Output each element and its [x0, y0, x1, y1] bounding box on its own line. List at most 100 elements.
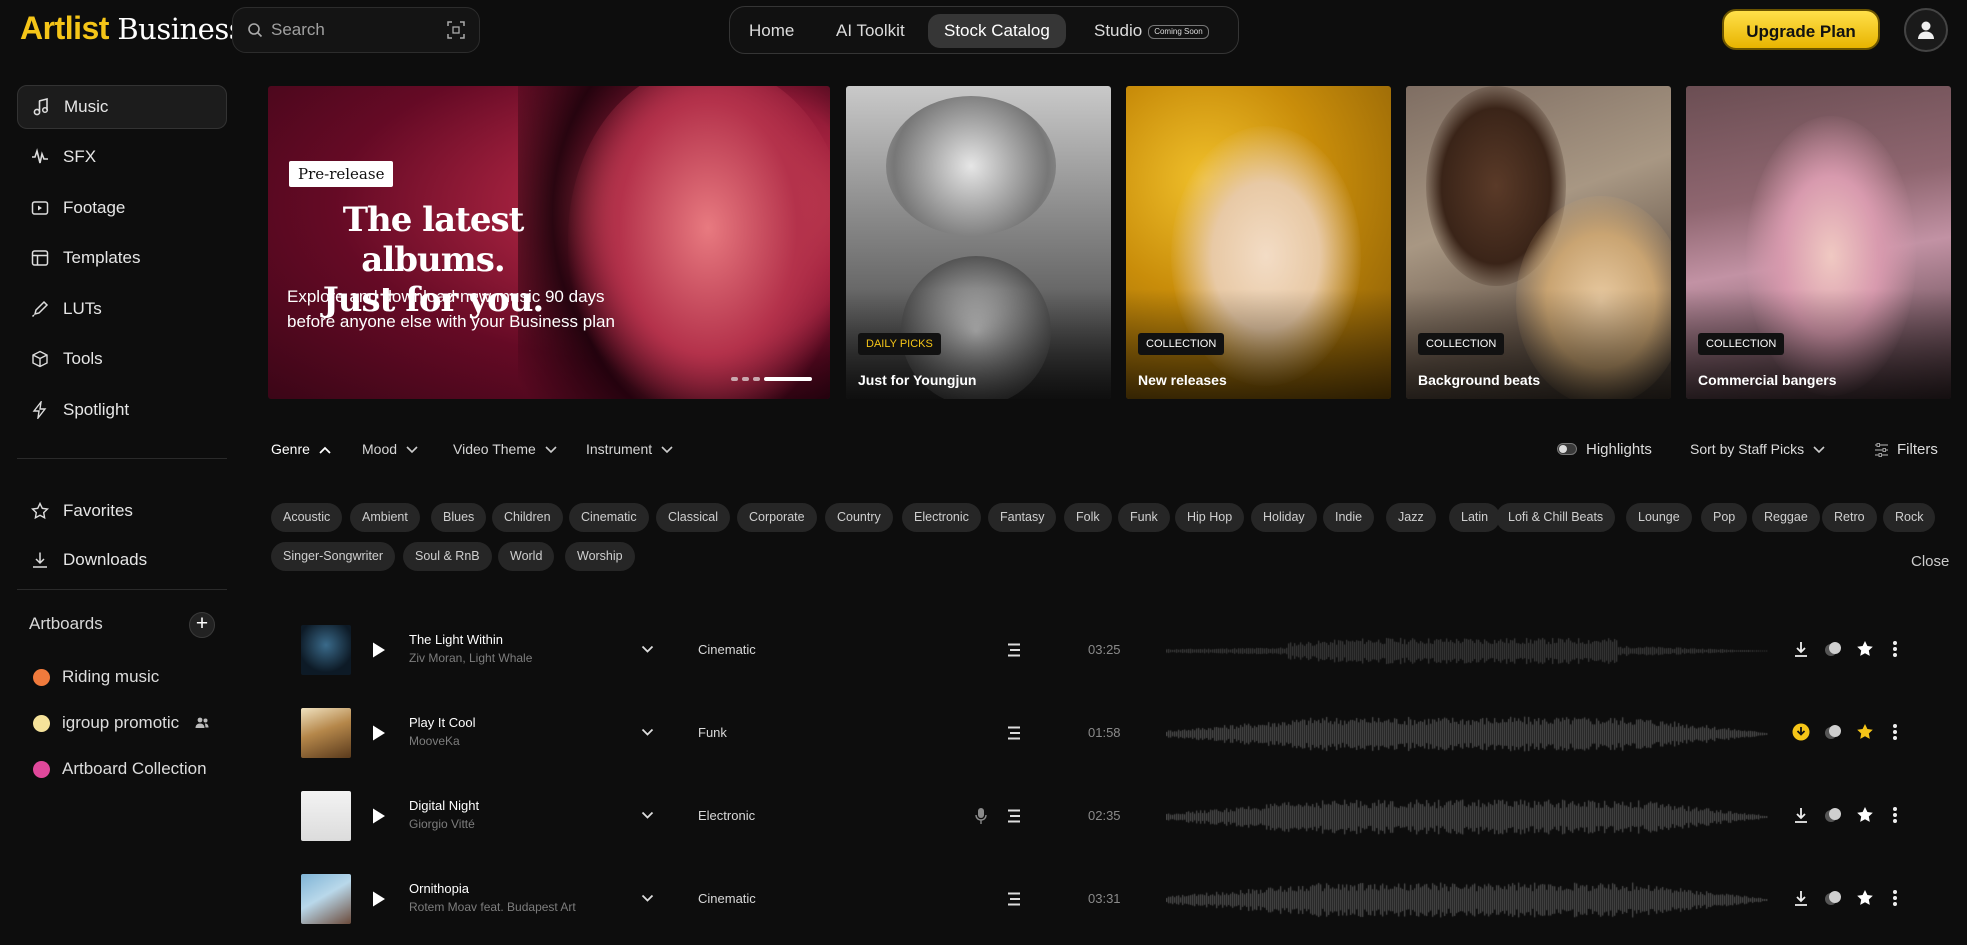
genre-chip[interactable]: Worship [565, 542, 635, 571]
track-title[interactable]: Ornithopia [409, 881, 469, 896]
play-icon[interactable] [371, 724, 387, 742]
nav-ai-toolkit[interactable]: AI Toolkit [836, 14, 905, 48]
more-options-icon[interactable] [1892, 640, 1898, 658]
sidebar-item-luts[interactable]: LUTs [17, 288, 227, 332]
visual-search-icon[interactable] [447, 21, 465, 39]
genre-chip[interactable]: Country [825, 503, 893, 532]
sort-dropdown[interactable]: Sort by Staff Picks [1690, 441, 1825, 457]
carousel-dot[interactable] [742, 377, 749, 381]
genre-chip[interactable]: Cinematic [569, 503, 649, 532]
track-artist[interactable]: Rotem Moav feat. Budapest Art [409, 900, 576, 914]
search-input[interactable] [271, 18, 431, 42]
track-artist[interactable]: MooveKa [409, 734, 460, 748]
sidebar-item-footage[interactable]: Footage [17, 187, 227, 231]
more-options-icon[interactable] [1892, 889, 1898, 907]
star-filled-icon[interactable] [1856, 723, 1874, 741]
download-icon[interactable] [1792, 640, 1810, 658]
mood-filter[interactable]: Mood [362, 441, 418, 457]
find-similar-icon[interactable] [1824, 806, 1842, 824]
genre-chip[interactable]: Electronic [902, 503, 981, 532]
sidebar-item-tools[interactable]: Tools [17, 338, 227, 382]
track-title[interactable]: Play It Cool [409, 715, 475, 730]
more-options-icon[interactable] [1892, 723, 1898, 741]
video-theme-filter[interactable]: Video Theme [453, 441, 557, 457]
carousel-dot-active[interactable] [764, 377, 812, 381]
genre-chip[interactable]: World [498, 542, 555, 571]
chevron-down-icon[interactable] [641, 728, 654, 737]
genre-chip[interactable]: Indie [1323, 503, 1375, 532]
chevron-down-icon[interactable] [641, 894, 654, 903]
collection-card[interactable]: COLLECTION New releases [1126, 86, 1391, 399]
nav-home[interactable]: Home [749, 14, 794, 48]
genre-chip[interactable]: Soul & RnB [403, 542, 492, 571]
sidebar-item-favorites[interactable]: Favorites [17, 490, 227, 534]
filters-button[interactable]: Filters [1874, 441, 1938, 458]
track-title[interactable]: The Light Within [409, 632, 503, 647]
find-similar-icon[interactable] [1824, 640, 1842, 658]
genre-chip[interactable]: Singer-Songwriter [271, 542, 396, 571]
track-genre[interactable]: Cinematic [698, 891, 756, 906]
track-artist[interactable]: Giorgio Vitté [409, 817, 475, 831]
sidebar-item-sfx[interactable]: SFX [17, 136, 227, 180]
track-cover[interactable] [301, 874, 351, 924]
genre-chip[interactable]: Folk [1064, 503, 1112, 532]
sidebar-item-templates[interactable]: Templates [17, 237, 227, 281]
download-icon[interactable] [1792, 889, 1810, 907]
track-genre[interactable]: Funk [698, 725, 727, 740]
hero-banner[interactable]: Pre-release The latest albums. Just for y… [268, 86, 830, 399]
search-box[interactable] [232, 7, 480, 53]
genre-filter[interactable]: Genre [271, 441, 331, 457]
highlights-toggle[interactable] [1557, 443, 1577, 455]
genre-chip[interactable]: Corporate [737, 503, 817, 532]
logo[interactable]: Artlist Business [20, 10, 244, 47]
genre-chip[interactable]: Jazz [1386, 503, 1436, 532]
instrument-filter[interactable]: Instrument [586, 441, 673, 457]
track-cover[interactable] [301, 791, 351, 841]
genre-chip[interactable]: Lounge [1626, 503, 1692, 532]
track-genre[interactable]: Electronic [698, 808, 755, 823]
track-cover[interactable] [301, 708, 351, 758]
upgrade-plan-button[interactable]: Upgrade Plan [1722, 9, 1880, 50]
sidebar-item-music[interactable]: Music [17, 85, 227, 129]
more-options-icon[interactable] [1892, 806, 1898, 824]
collection-card[interactable]: DAILY PICKS Just for Youngjun [846, 86, 1111, 399]
track-title[interactable]: Digital Night [409, 798, 479, 813]
genre-chip[interactable]: Reggae [1752, 503, 1820, 532]
chevron-down-icon[interactable] [641, 645, 654, 654]
play-icon[interactable] [371, 807, 387, 825]
genre-chip[interactable]: Children [492, 503, 563, 532]
track-cover[interactable] [301, 625, 351, 675]
genre-chip[interactable]: Ambient [350, 503, 420, 532]
carousel-dots[interactable] [731, 377, 816, 395]
track-row[interactable]: The Light Within Ziv Moran, Light Whale … [268, 620, 1958, 682]
track-waveform[interactable] [1166, 626, 1768, 676]
track-waveform[interactable] [1166, 792, 1768, 842]
track-artist[interactable]: Ziv Moran, Light Whale [409, 651, 532, 665]
nav-stock-catalog[interactable]: Stock Catalog [928, 14, 1066, 48]
carousel-dot[interactable] [753, 377, 760, 381]
track-row[interactable]: Play It Cool MooveKa Funk 01:58 [268, 703, 1958, 765]
play-icon[interactable] [371, 890, 387, 908]
genre-chip[interactable]: Funk [1118, 503, 1170, 532]
stems-icon[interactable] [1006, 892, 1022, 906]
genre-chip[interactable]: Latin [1449, 503, 1501, 532]
genre-chip[interactable]: Rock [1883, 503, 1936, 532]
star-icon[interactable] [1856, 889, 1874, 907]
stems-icon[interactable] [1006, 643, 1022, 657]
close-genres-button[interactable]: Close [1911, 553, 1949, 570]
track-row[interactable]: Digital Night Giorgio Vitté Electronic 0… [268, 786, 1958, 848]
genre-chip[interactable]: Fantasy [988, 503, 1057, 532]
nav-studio[interactable]: Studio Coming Soon [1094, 14, 1209, 48]
find-similar-icon[interactable] [1824, 723, 1842, 741]
collection-card[interactable]: COLLECTION Background beats [1406, 86, 1671, 399]
track-row[interactable]: Ornithopia Rotem Moav feat. Budapest Art… [268, 869, 1958, 931]
stems-icon[interactable] [1006, 726, 1022, 740]
carousel-dot[interactable] [731, 377, 738, 381]
track-waveform[interactable] [1166, 875, 1768, 925]
track-waveform[interactable] [1166, 709, 1768, 759]
genre-chip[interactable]: Retro [1822, 503, 1877, 532]
genre-chip[interactable]: Classical [656, 503, 731, 532]
genre-chip[interactable]: Lofi & Chill Beats [1496, 503, 1616, 532]
collection-card[interactable]: COLLECTION Commercial bangers [1686, 86, 1951, 399]
genre-chip[interactable]: Pop [1701, 503, 1748, 532]
